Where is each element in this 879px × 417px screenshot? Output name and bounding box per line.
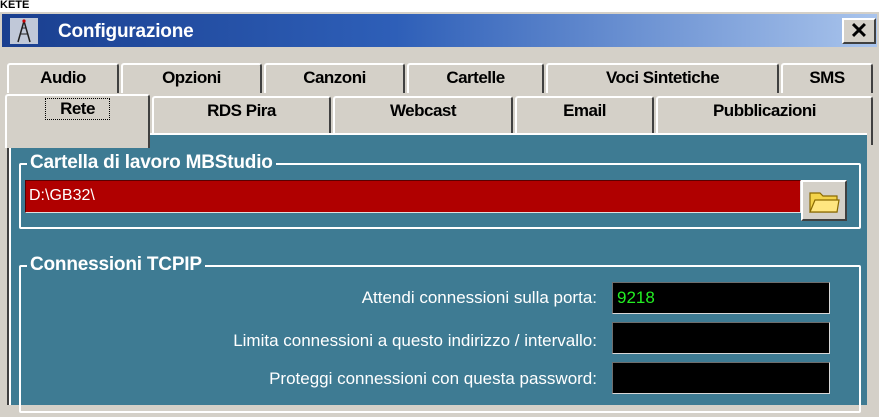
tab-rete[interactable]: Rete: [5, 94, 150, 148]
password-label: Proteggi connessioni con questa password…: [269, 369, 597, 388]
tab-label: Cartelle: [446, 68, 505, 87]
tab-voci-sintetiche[interactable]: Voci Sintetiche: [546, 63, 779, 93]
working-folder-path-field[interactable]: D:\GB32\: [25, 180, 801, 213]
tcpip-title: Connessioni TCPIP: [27, 255, 205, 275]
window-title: Configurazione: [58, 21, 194, 42]
tab-opzioni[interactable]: Opzioni: [121, 63, 262, 93]
tab-audio[interactable]: Audio: [7, 63, 119, 93]
close-button[interactable]: ✕: [842, 18, 876, 44]
tab-sms[interactable]: SMS: [781, 63, 873, 93]
tab-canzoni[interactable]: Canzoni: [264, 63, 405, 93]
close-icon: ✕: [849, 18, 869, 43]
title-bar: Configurazione ✕: [2, 14, 877, 47]
browse-folder-button[interactable]: [801, 180, 847, 221]
tab-label: Opzioni: [162, 68, 221, 87]
tab-label: SMS: [809, 68, 845, 87]
tab-label: Audio: [40, 68, 86, 87]
tab-label: Webcast: [389, 101, 457, 120]
working-folder-title: Cartella di lavoro MBStudio: [27, 153, 276, 173]
radio-tower-icon: [10, 18, 38, 44]
tab-cartelle[interactable]: Cartelle: [407, 63, 544, 93]
top-fragment-text: KETE: [0, 0, 30, 11]
tab-label: RDS Pira: [207, 101, 276, 120]
tab-label: Email: [563, 101, 606, 120]
tab-label: Rete: [45, 98, 110, 120]
tab-label: Voci Sintetiche: [605, 68, 720, 87]
port-input[interactable]: 9218: [612, 282, 830, 314]
tab-label: Canzoni: [303, 68, 366, 87]
password-input[interactable]: [612, 362, 830, 394]
address-limit-input[interactable]: [612, 322, 830, 354]
tab-label: Pubblicazioni: [712, 101, 817, 120]
port-label: Attendi connessioni sulla porta:: [361, 288, 597, 307]
address-limit-label: Limita connessioni a questo indirizzo / …: [233, 331, 597, 350]
top-edge-fragment: KETE: [0, 0, 879, 12]
